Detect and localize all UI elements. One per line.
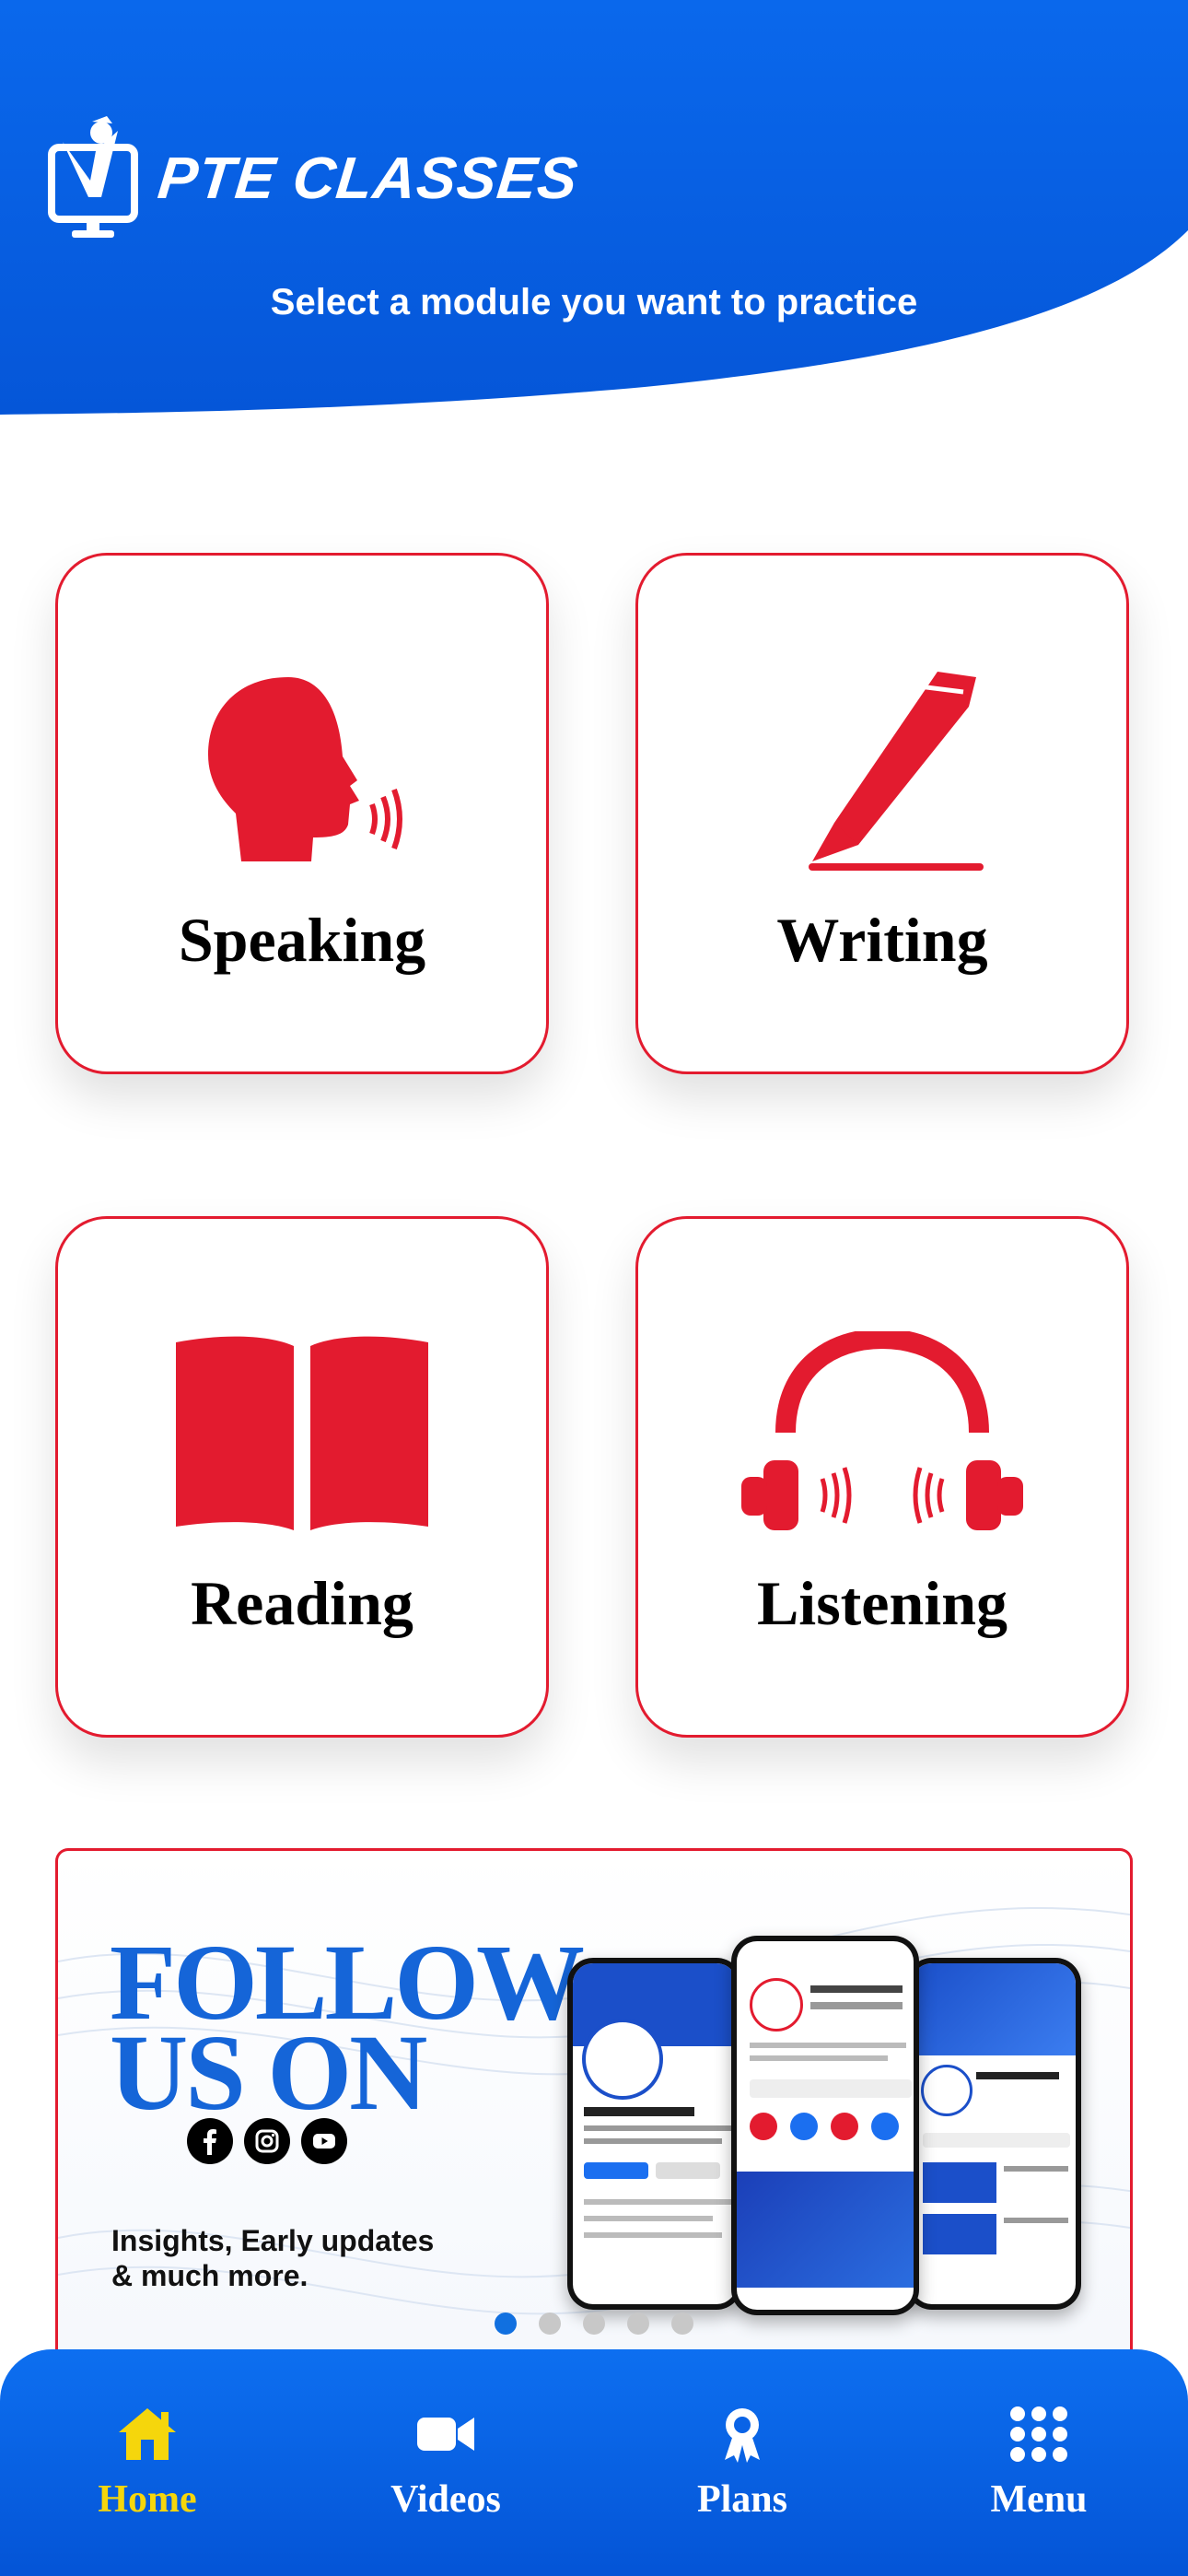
module-label: Speaking: [178, 905, 426, 975]
carousel-dot[interactable]: [671, 2313, 693, 2335]
grid-menu-icon: [1010, 2406, 1067, 2462]
youtube-icon[interactable]: [301, 2118, 347, 2164]
home-icon: [119, 2408, 176, 2460]
nav-menu[interactable]: Menu: [928, 2405, 1149, 2522]
video-camera-icon: [417, 2418, 474, 2451]
module-card-speaking[interactable]: Speaking: [55, 553, 549, 1074]
social-icons: [187, 2118, 347, 2164]
module-card-reading[interactable]: Reading: [55, 1216, 549, 1738]
carousel-dots: [0, 2313, 1188, 2335]
open-book-icon: [176, 1336, 428, 1530]
module-label: Reading: [191, 1568, 413, 1638]
banner-subtitle-line1: Insights, Early updates: [111, 2224, 435, 2257]
header: PTE CLASSES Select a module you want to …: [0, 0, 1188, 424]
nav-home[interactable]: Home: [37, 2405, 258, 2522]
phone-mockup-youtube: [906, 1958, 1081, 2310]
banner-subtitle-line2: & much more.: [111, 2259, 309, 2292]
follow-title: FOLLOW US ON: [110, 1928, 585, 2127]
page-subtitle: Select a module you want to practice: [270, 282, 918, 322]
carousel-dot[interactable]: [495, 2313, 517, 2335]
nav-label: Plans: [696, 2478, 788, 2521]
speaking-head-icon: [208, 677, 402, 861]
carousel-dot[interactable]: [627, 2313, 649, 2335]
module-label: Writing: [776, 905, 988, 975]
facebook-icon[interactable]: [187, 2118, 233, 2164]
instagram-icon[interactable]: [244, 2118, 290, 2164]
phone-mockup-instagram: [731, 1936, 919, 2315]
nav-videos[interactable]: Videos: [335, 2405, 556, 2522]
headphones-icon: [741, 1331, 1023, 1530]
nav-label: Menu: [990, 2478, 1088, 2521]
module-label: Listening: [756, 1568, 1008, 1638]
award-badge-icon: [725, 2408, 760, 2463]
module-card-listening[interactable]: Listening: [635, 1216, 1129, 1738]
pen-icon: [809, 672, 984, 871]
banner-subtitle: Insights, Early updates & much more.: [111, 2223, 434, 2293]
bottom-nav: Home Videos Plans Menu: [0, 2349, 1188, 2576]
monitor-person-icon: [48, 116, 138, 238]
module-card-writing[interactable]: Writing: [635, 553, 1129, 1074]
brand-name: PTE CLASSES: [155, 145, 582, 211]
nav-plans[interactable]: Plans: [632, 2405, 853, 2522]
brand-logo: PTE CLASSES: [44, 114, 582, 241]
carousel-dot[interactable]: [539, 2313, 561, 2335]
nav-label: Videos: [390, 2478, 501, 2521]
nav-label: Home: [98, 2478, 197, 2521]
phone-mockup-facebook: [567, 1958, 742, 2310]
carousel-dot[interactable]: [583, 2313, 605, 2335]
